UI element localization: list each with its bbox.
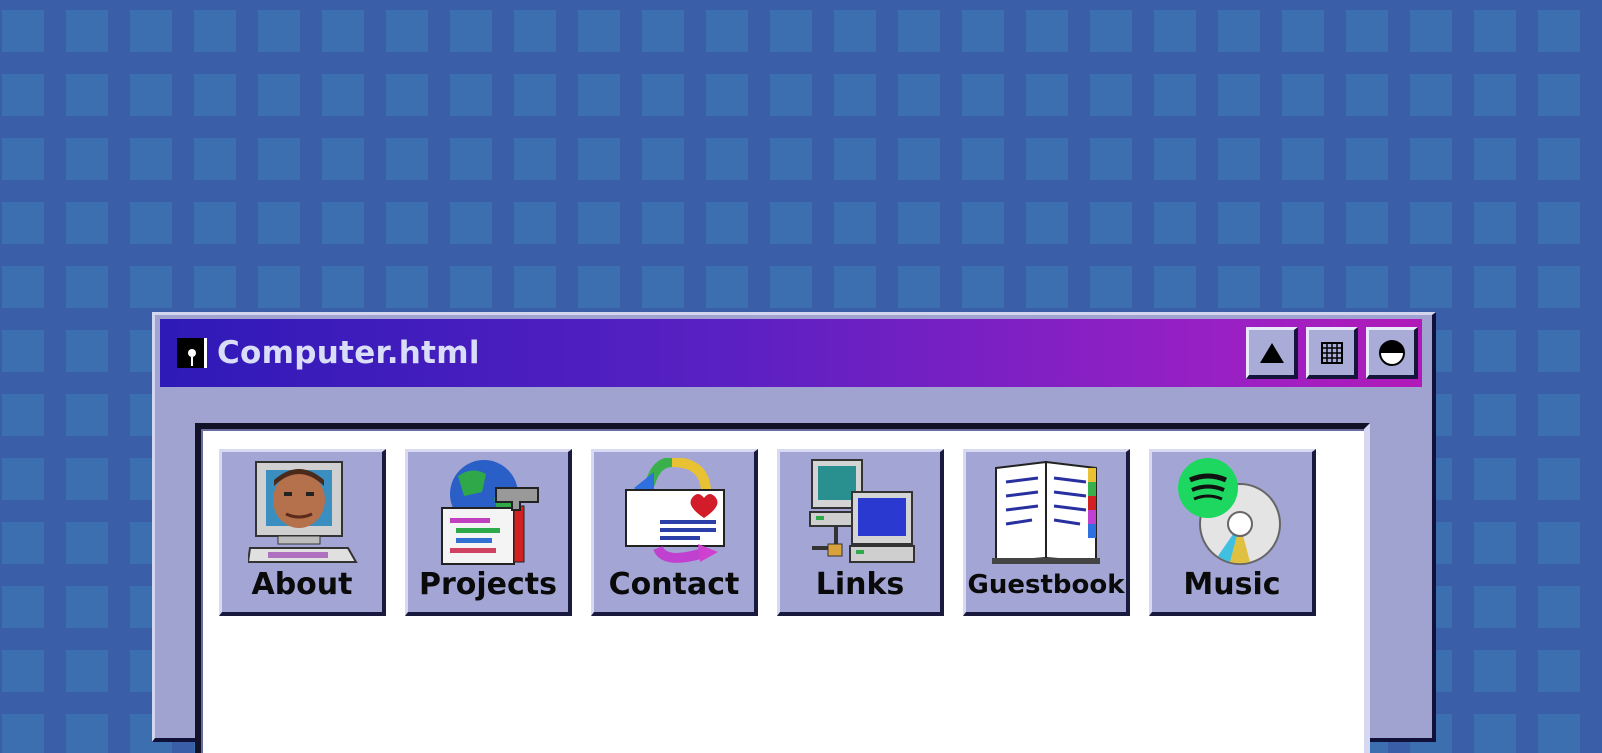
title-bar[interactable]: Computer.html (160, 319, 1422, 387)
minimize-button[interactable] (1246, 327, 1298, 379)
theme-button[interactable] (1366, 327, 1418, 379)
window-controls (1246, 327, 1418, 379)
grid-icon (1320, 341, 1343, 364)
music-label: Music (1183, 567, 1281, 602)
about-label: About (251, 567, 353, 602)
half-circle-icon (1378, 339, 1405, 366)
contact-label: Contact (608, 567, 740, 602)
globe-hammer-icon (441, 460, 539, 565)
content-panel: About Projects Contact Links Guestbook M… (195, 423, 1370, 753)
computer-window: Computer.html About Projects Contact Lin… (152, 312, 1436, 753)
window-title: Computer.html (217, 335, 480, 371)
projects-label: Projects (418, 567, 557, 602)
guestbook-label: Guestbook (967, 570, 1125, 600)
mail-heart-icon (625, 458, 725, 563)
spotify-cd-icon (1178, 458, 1281, 565)
contact-tile[interactable]: Contact (591, 449, 758, 616)
about-tile[interactable]: About (219, 449, 386, 616)
network-computers-icon (809, 459, 915, 563)
floppy-disk-icon (177, 338, 207, 368)
music-tile[interactable]: Music (1149, 449, 1316, 616)
links-label: Links (815, 567, 905, 602)
triangle-up-icon (1259, 342, 1284, 363)
projects-tile[interactable]: Projects (405, 449, 572, 616)
grid-button[interactable] (1306, 327, 1358, 379)
guestbook-tile[interactable]: Guestbook (963, 449, 1130, 616)
computer-face-icon (248, 461, 358, 563)
open-book-icon (992, 460, 1100, 564)
links-tile[interactable]: Links (777, 449, 944, 616)
